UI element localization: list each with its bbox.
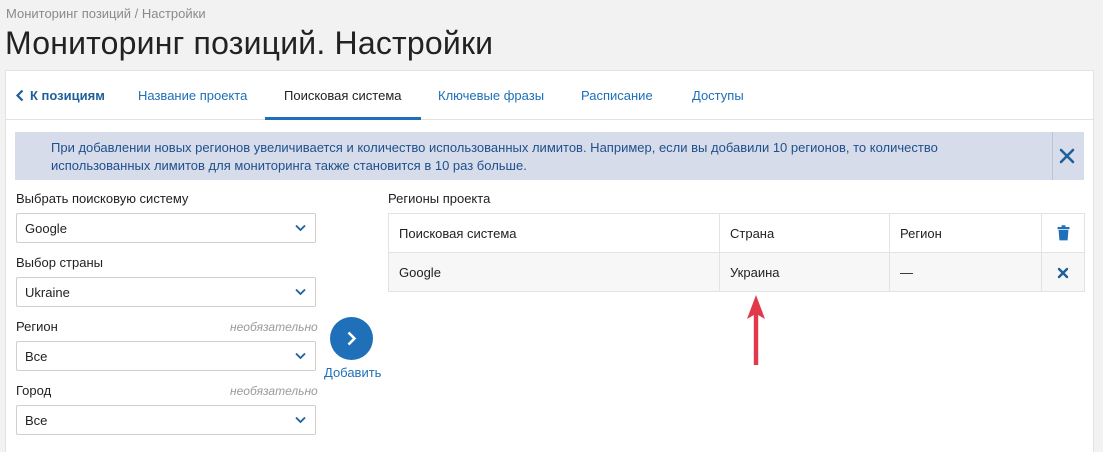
limits-info-alert: При добавлении новых регионов увеличивае… bbox=[15, 132, 1084, 180]
tab-search-engine[interactable]: Поисковая система bbox=[265, 71, 421, 120]
delete-all-cell bbox=[1041, 213, 1085, 253]
chevron-down-icon bbox=[295, 224, 306, 232]
trash-icon[interactable] bbox=[1057, 225, 1070, 241]
city-select-value: Все bbox=[25, 413, 48, 428]
tab-access[interactable]: Доступы bbox=[692, 71, 744, 120]
region-optional-hint: необязательно bbox=[230, 320, 318, 334]
regions-table: Поисковая система Страна Регион Google У… bbox=[388, 213, 1085, 292]
engine-select-value: Google bbox=[25, 221, 67, 236]
tab-keywords[interactable]: Ключевые фразы bbox=[438, 71, 544, 120]
back-to-positions-link[interactable]: К позициям bbox=[15, 71, 105, 120]
page-title: Мониторинг позиций. Настройки bbox=[5, 25, 494, 61]
breadcrumb: Мониторинг позиций / Настройки bbox=[6, 6, 206, 21]
region-label: Регион bbox=[16, 319, 58, 334]
column-header-country: Страна bbox=[719, 213, 890, 253]
column-header-region: Регион bbox=[889, 213, 1042, 253]
tab-schedule[interactable]: Расписание bbox=[581, 71, 653, 120]
table-header-row: Поисковая система Страна Регион bbox=[388, 213, 1085, 253]
add-region-button[interactable] bbox=[330, 317, 373, 360]
close-icon[interactable] bbox=[1057, 267, 1069, 279]
tab-project-name[interactable]: Название проекта bbox=[138, 71, 247, 120]
region-select-value: Все bbox=[25, 349, 48, 364]
add-region-label[interactable]: Добавить bbox=[324, 365, 381, 380]
regions-title: Регионы проекта bbox=[388, 191, 491, 206]
country-select[interactable]: Ukraine bbox=[16, 277, 316, 307]
city-select[interactable]: Все bbox=[16, 405, 316, 435]
alert-text: При добавлении новых регионов увеличивае… bbox=[51, 140, 938, 173]
row-country-cell: Украина bbox=[719, 252, 890, 292]
country-label: Выбор страны bbox=[16, 255, 103, 270]
row-region-cell: — bbox=[889, 252, 1042, 292]
city-label: Город bbox=[16, 383, 52, 398]
settings-card: К позициям Название проекта Поисковая си… bbox=[5, 70, 1094, 452]
arrow-up-icon bbox=[747, 295, 765, 365]
close-icon[interactable] bbox=[1057, 146, 1077, 166]
country-select-value: Ukraine bbox=[25, 285, 70, 300]
alert-divider bbox=[1052, 132, 1053, 180]
chevron-down-icon bbox=[295, 352, 306, 360]
chevron-down-icon bbox=[295, 288, 306, 296]
chevron-left-icon bbox=[15, 89, 24, 102]
tab-bar: К позициям Название проекта Поисковая си… bbox=[6, 71, 1093, 120]
row-remove-cell bbox=[1041, 252, 1085, 292]
engine-select[interactable]: Google bbox=[16, 213, 316, 243]
column-header-engine: Поисковая система bbox=[388, 213, 720, 253]
chevron-right-icon bbox=[347, 331, 357, 346]
row-engine-cell: Google bbox=[388, 252, 720, 292]
table-row: Google Украина — bbox=[388, 252, 1085, 292]
city-optional-hint: необязательно bbox=[230, 384, 318, 398]
engine-label: Выбрать поисковую систему bbox=[16, 191, 189, 206]
back-link-label: К позициям bbox=[30, 88, 105, 103]
chevron-down-icon bbox=[295, 416, 306, 424]
region-select[interactable]: Все bbox=[16, 341, 316, 371]
